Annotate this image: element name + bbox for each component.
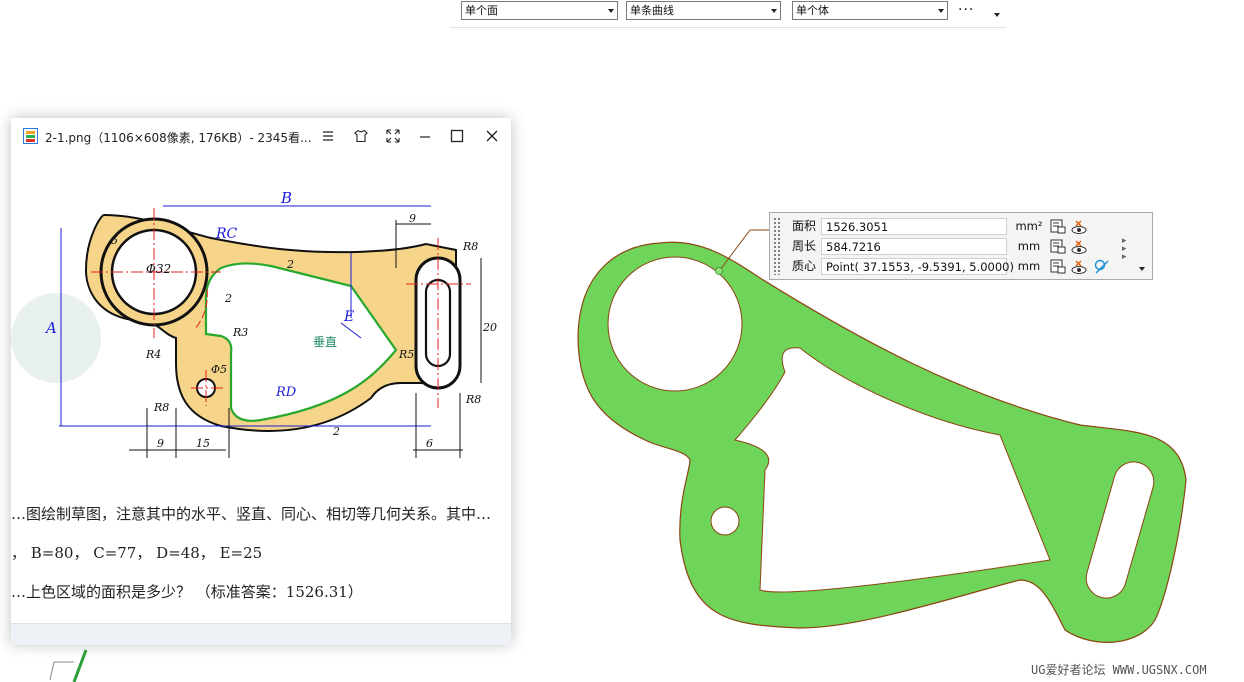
show-hide-icon[interactable] (1070, 218, 1088, 235)
perimeter-unit: mm (1017, 239, 1041, 253)
area-label: 面积 (791, 219, 816, 233)
show-hide-icon[interactable] (1070, 238, 1088, 255)
export-icon[interactable] (1049, 218, 1067, 235)
leader-point (715, 267, 723, 275)
measure-results-panel: 面积 1526.3051 mm² 周长 584.7216 mm 质心 Point… (769, 212, 1153, 280)
panel-dropdown-icon[interactable] (1139, 267, 1145, 271)
perimeter-label: 周长 (791, 239, 816, 253)
forum-watermark: UG爱好者论坛 WWW.UGSNX.COM (1031, 663, 1207, 677)
pencil-icon (49, 649, 88, 682)
perimeter-value: 584.7216 (821, 238, 1007, 255)
create-point-icon[interactable] (1093, 258, 1111, 275)
show-hide-icon[interactable] (1070, 258, 1088, 275)
export-icon[interactable] (1049, 258, 1067, 275)
area-value: 1526.3051 (821, 218, 1007, 235)
centroid-unit: mm (1017, 259, 1041, 273)
centroid-label: 质心 (791, 259, 816, 273)
expand-arrows-icon[interactable]: ▸ ▸ ▸ (1122, 237, 1127, 262)
drag-grip-icon[interactable] (773, 217, 781, 275)
area-unit: mm² (1015, 219, 1043, 233)
part-graphics-area (577, 229, 1187, 643)
export-icon[interactable] (1049, 238, 1067, 255)
centroid-value: Point( 37.1553, -9.5391, 5.0000) (821, 258, 1014, 275)
